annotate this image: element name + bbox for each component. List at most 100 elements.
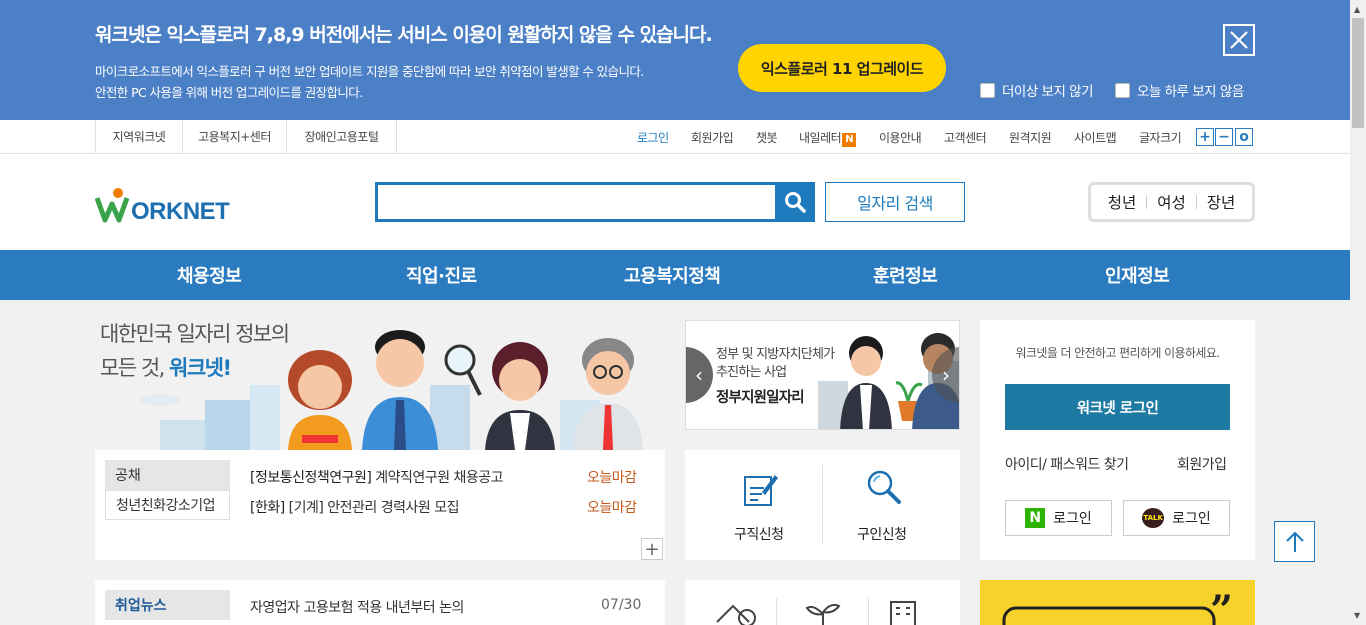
promo-banner[interactable]: ” — [980, 580, 1255, 625]
tab-youth-friendly-company[interactable]: 청년친화강소기업 — [105, 490, 230, 520]
notice-item[interactable]: [정보통신정책연구원] 계약직연구원 채용공고 — [250, 467, 504, 487]
gov-banner-prev-button[interactable]: ‹ — [686, 347, 713, 403]
svg-text:ORKNET: ORKNET — [131, 198, 230, 224]
scroll-up-arrow-icon[interactable]: ▲ — [1354, 5, 1360, 14]
never-show-checkbox[interactable]: 더이상 보지 않기 — [980, 80, 1094, 100]
tab-public-recruitment[interactable]: 공채 — [105, 460, 230, 490]
util-support-link[interactable]: 고객센터 — [944, 129, 987, 146]
checkbox-box[interactable] — [980, 82, 995, 98]
house-key-icon[interactable] — [715, 602, 761, 625]
recruitment-notice-panel: 공채 청년친화강소기업 [정보통신정책연구원] 계약직연구원 채용공고 오늘마감… — [95, 450, 665, 560]
link-employment-welfare-center[interactable]: 고용복지+센터 — [183, 120, 287, 153]
notice-more-button[interactable]: + — [641, 538, 663, 560]
util-login-link[interactable]: 로그인 — [637, 129, 669, 146]
link-disabled-employment-portal[interactable]: 장애인고용포털 — [287, 120, 397, 153]
apply-hire-label[interactable]: 구인신청 — [857, 524, 907, 544]
notice-due-badge: 오늘마감 — [587, 500, 637, 516]
vertical-scrollbar[interactable]: ▲ ▼ — [1350, 0, 1366, 625]
job-application-icon[interactable] — [742, 470, 778, 508]
search-input[interactable] — [375, 182, 815, 222]
quick-menu: 구직신청 구인신청 — [685, 450, 960, 560]
scroll-down-arrow-icon[interactable]: ▼ — [1354, 611, 1360, 620]
util-newsletter-link[interactable]: 내일레터 N — [799, 129, 857, 147]
naver-login-button[interactable]: N 로그인 — [1005, 500, 1112, 536]
ie-warning-banner: 워크넷은 익스플로러 7,8,9 버전에서는 서비스 이용이 원활하지 않을 수… — [0, 0, 1350, 120]
notice-company: [한화] — [250, 500, 285, 516]
tab-employment-news[interactable]: 취업뉴스 — [105, 590, 230, 620]
arrow-up-icon — [1285, 531, 1304, 552]
fontsize-label: 글자크기 — [1139, 131, 1182, 145]
building-icon[interactable] — [883, 600, 923, 625]
divider — [776, 598, 777, 625]
util-signup-link[interactable]: 회원가입 — [691, 129, 734, 146]
notice-item[interactable]: [한화] [기계] 안전관리 경력사원 모집 — [250, 497, 459, 517]
close-icon — [1230, 31, 1248, 49]
scrollbar-thumb[interactable] — [1352, 18, 1364, 128]
employment-news-panel: 취업뉴스 자영업자 고용보험 적용 내년부터 논의 07/30 — [95, 580, 665, 625]
naver-login-label: 로그인 — [1053, 511, 1092, 527]
hide-today-checkbox[interactable]: 오늘 하루 보지 않음 — [1115, 80, 1244, 100]
divider — [822, 465, 823, 545]
site-header: ORKNET 일자리 검색 청년 여성 장년 — [0, 154, 1350, 250]
age-youth-link[interactable]: 청년 — [1108, 191, 1137, 213]
nav-training[interactable]: 훈련정보 — [873, 250, 938, 300]
nav-career[interactable]: 직업·진로 — [406, 250, 477, 300]
font-decrease-button[interactable]: − — [1215, 128, 1233, 146]
apply-job-label[interactable]: 구직신청 — [734, 524, 784, 544]
find-id-password-link[interactable]: 아이디/ 패스워드 찾기 — [1005, 454, 1129, 474]
age-women-link[interactable]: 여성 — [1157, 191, 1186, 213]
separator — [1146, 195, 1148, 209]
banner-title: 워크넷은 익스플로러 7,8,9 버전에서는 서비스 이용이 원활하지 않을 수… — [95, 24, 713, 46]
font-reset-button[interactable]: o — [1235, 128, 1253, 146]
notice-title: 계약직연구원 채용공고 — [375, 470, 504, 486]
naver-icon: N — [1025, 508, 1046, 528]
ie-upgrade-button[interactable]: 익스플로러 11 업그레이드 — [738, 44, 946, 92]
nav-welfare-policy[interactable]: 고용복지정책 — [624, 250, 721, 300]
quick-menu-2 — [685, 580, 960, 625]
separator — [1195, 195, 1197, 209]
newsletter-label: 내일레터 — [799, 131, 842, 145]
kakao-login-label: 로그인 — [1172, 511, 1211, 527]
worknet-logo[interactable]: ORKNET — [95, 184, 250, 224]
font-increase-button[interactable]: + — [1196, 128, 1214, 146]
util-sitemap-link[interactable]: 사이트맵 — [1074, 129, 1117, 146]
new-badge: N — [842, 133, 857, 147]
kakao-login-button[interactable]: TALK 로그인 — [1123, 500, 1230, 536]
checkbox-box[interactable] — [1115, 82, 1130, 98]
age-group-selector: 청년 여성 장년 — [1088, 182, 1255, 222]
util-guide-link[interactable]: 이용안내 — [879, 129, 922, 146]
hero-headline-1: 대한민국 일자리 정보의 — [100, 322, 290, 346]
login-panel: 워크넷을 더 안전하고 편리하게 이용하세요. 워크넷 로그인 아이디/ 패스워… — [980, 320, 1255, 560]
banner-close-button[interactable] — [1223, 24, 1255, 56]
hero-headline-prefix: 모든 것, — [100, 356, 169, 380]
hero-headline-2: 모든 것, 워크넷! — [100, 352, 232, 382]
nav-recruitment[interactable]: 채용정보 — [177, 250, 242, 300]
job-search-button[interactable]: 일자리 검색 — [825, 182, 965, 222]
gov-banner-line1: 정부 및 지방자치단체가 — [716, 347, 835, 362]
hire-application-icon[interactable] — [865, 468, 903, 506]
banner-description: 마이크로소프트에서 익스플로러 구 버전 보안 업데이트 지원을 중단함에 따라… — [95, 64, 644, 79]
worknet-login-button[interactable]: 워크넷 로그인 — [1005, 384, 1230, 430]
back-to-top-button[interactable] — [1274, 521, 1315, 562]
never-show-label: 더이상 보지 않기 — [1002, 84, 1094, 100]
util-remote-link[interactable]: 원격지원 — [1009, 129, 1052, 146]
nav-talent[interactable]: 인재정보 — [1105, 250, 1170, 300]
signup-link[interactable]: 회원가입 — [1177, 454, 1227, 474]
search-icon — [785, 192, 806, 213]
util-chatbot-link[interactable]: 챗봇 — [756, 129, 778, 146]
banner-description-2: 안전한 PC 사용을 위해 버전 업그레이드를 권장합니다. — [95, 85, 363, 100]
sprout-icon[interactable] — [803, 600, 843, 625]
notice-company: [정보통신정책연구원] — [250, 470, 372, 486]
main-navigation: 채용정보 직업·진로 고용복지정책 훈련정보 인재정보 — [0, 250, 1350, 300]
gov-banner-title: 정부지원일자리 — [716, 390, 805, 406]
hero-brand-text: 워크넷! — [169, 356, 232, 380]
search-button[interactable] — [775, 182, 815, 222]
divider — [868, 598, 869, 625]
link-regional-worknet[interactable]: 지역워크넷 — [95, 120, 183, 153]
age-senior-link[interactable]: 장년 — [1207, 191, 1236, 213]
svg-text:”: ” — [1210, 587, 1233, 625]
notice-title: [기계] 안전관리 경력사원 모집 — [288, 500, 460, 516]
news-title[interactable]: 자영업자 고용보험 적용 내년부터 논의 — [250, 597, 464, 617]
kakao-talk-icon: TALK — [1142, 508, 1165, 528]
gov-support-jobs-banner[interactable]: 정부 및 지방자치단체가 추진하는 사업 정부지원일자리 ‹ › — [685, 320, 960, 430]
